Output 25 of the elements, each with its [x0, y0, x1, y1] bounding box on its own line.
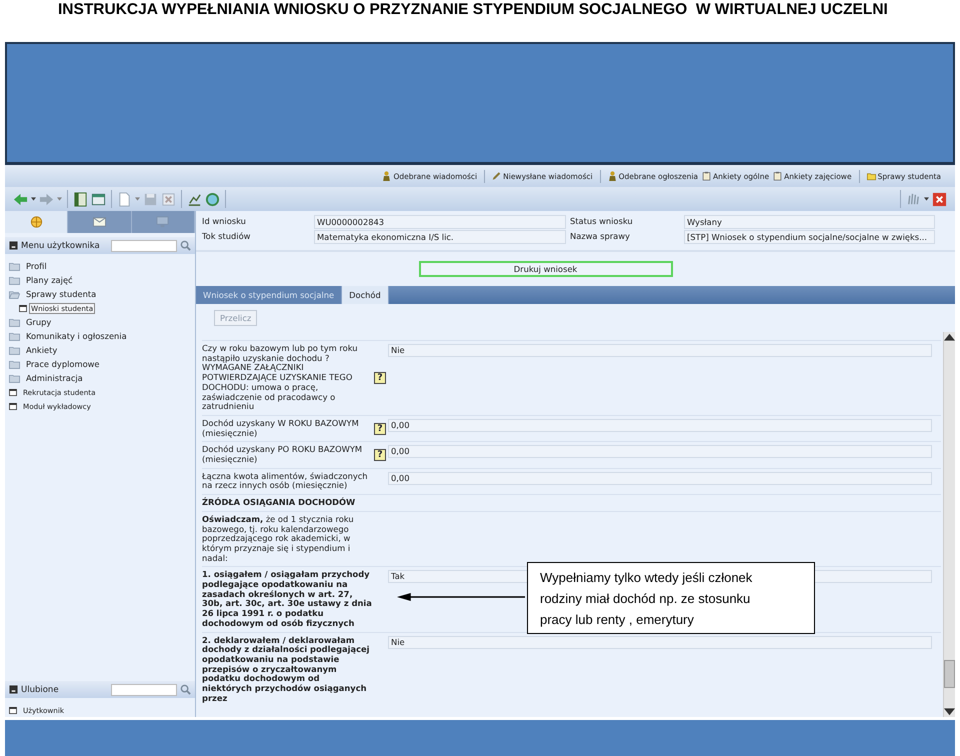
field-label: Łączna kwota alimentów, świadczonych na rzecz innych osób (miesięcznie)	[202, 472, 369, 492]
field-label: 2. deklarowałem / deklarowałam dochody z działalności podlegającej opodatkowaniu na podstawie przepisów o zryczałtowanym podatku dochodowym od niektórych przychodów osiąganych przez	[202, 636, 370, 704]
read-only-field: Matematyka ekonomiczna I/S lic.	[314, 230, 566, 244]
field-label: Nazwa sprawy	[570, 230, 631, 242]
read-only-field: WU0000002843	[314, 215, 566, 229]
field-label: Id wniosku	[202, 215, 247, 227]
panel-title: Ulubione	[21, 684, 59, 694]
section-heading: ŹRÓDŁA OSIĄGANIA DOCHODÓW	[202, 498, 356, 508]
read-only-field: 0,00	[388, 445, 932, 458]
slide-title: INSTRUKCJA WYPEŁNIANIA WNIOSKU O PRZYZNANIE STYPENDIUM SOCJALNEGO W WIRTUALNEJ UCZELNI	[57, 0, 889, 20]
read-only-field: Nie	[388, 636, 932, 649]
field-label: Tok studiów	[202, 230, 252, 242]
panel-title: Menu użytkownika	[21, 240, 100, 250]
field-label: Czy w roku bazowym lub po tym roku nastąpiło uzyskanie dochodu ? WYMAGANE ZAŁĄCZNIKI POTWIERDZAJĄCE UZYSKANIE TEGO DOCHODU: umowa o pracę, zaświadczenie od pracodawcy o zatrudnieniu	[202, 344, 359, 412]
read-only-field: Nie	[388, 344, 932, 357]
read-only-field: 0,00	[388, 418, 932, 432]
callout-tooltip: Wypełniamy tylko wtedy jeśli członek rodziny miał dochód np. ze stosunku pracy lub renty , emerytury	[527, 562, 815, 634]
read-only-field: [STP] Wniosek o stypendium socjalne/socjalne w zwięks...	[684, 230, 935, 244]
statement-text: Oświadczam, że od 1 stycznia roku bazowego, tj. roku kalendarzowego poprzedzającego rok akademicki, w którym przyznaje się i stypendium i nadal:	[202, 514, 355, 564]
field-label: Status wniosku	[570, 215, 634, 227]
read-only-field: 0,00	[388, 472, 932, 485]
field-label: 1. osiągałem / osiągałam przychody podlegające opodatkowaniu na zasadach określonych w art. 27, 30b, art. 30c, art. 30e ustawy z dnia 26 lipca 1991 r. o podatku dochodowym od osób fizycznych	[202, 570, 372, 629]
field-label: Dochód uzyskany W ROKU BAZOWYM (miesięcznie)	[202, 418, 360, 438]
field-label: Dochód uzyskany PO ROKU BAZOWYM (miesięcznie)	[202, 445, 364, 465]
read-only-field: Wysłany	[684, 215, 935, 229]
